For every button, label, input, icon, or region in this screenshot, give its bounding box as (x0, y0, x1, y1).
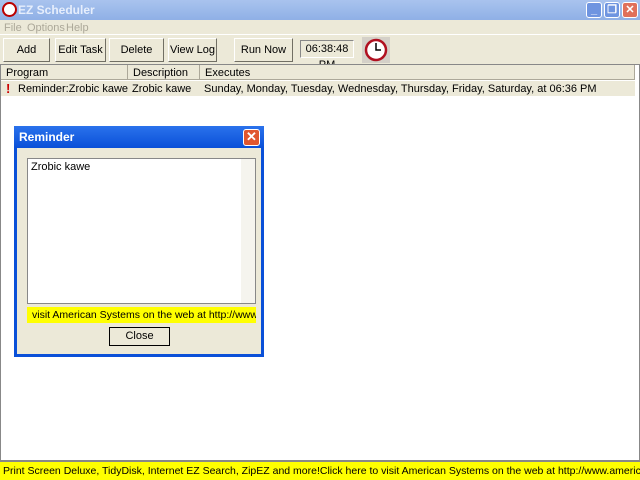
dialog-close-button[interactable]: Close (109, 327, 170, 346)
run-now-button[interactable]: Run Now (234, 38, 293, 62)
dialog-title: Reminder (19, 130, 75, 144)
column-program[interactable]: Program (1, 65, 128, 80)
clock-icon (362, 37, 390, 63)
reminder-message-box[interactable]: Zrobic kawe (27, 158, 256, 304)
close-button[interactable]: ✕ (622, 2, 638, 18)
dialog-title-bar: Reminder ✕ (14, 126, 264, 148)
dialog-close-icon[interactable]: ✕ (243, 129, 260, 146)
window-title: EZ Scheduler (18, 3, 95, 17)
minimize-button[interactable]: _ (586, 2, 602, 18)
promo-banner[interactable]: Print Screen Deluxe, TidyDisk, Internet … (0, 461, 640, 480)
vertical-scrollbar[interactable] (241, 159, 255, 303)
edit-task-button[interactable]: Edit Task (55, 38, 106, 62)
menu-file[interactable]: File (4, 22, 22, 34)
row-description: Zrobic kawe (132, 83, 192, 95)
delete-task-button[interactable]: Delete Task (109, 38, 164, 78)
restore-button[interactable]: ❐ (604, 2, 620, 18)
add-task-button[interactable]: Add Task (3, 38, 50, 78)
menu-bar: File Options Help (0, 20, 640, 35)
column-executes[interactable]: Executes (200, 65, 635, 80)
web-link-banner[interactable]: visit American Systems on the web at htt… (27, 307, 256, 323)
reminder-dialog: Reminder ✕ Zrobic kawe visit American Sy… (14, 126, 264, 357)
column-description[interactable]: Description (128, 65, 200, 80)
row-program: Reminder:Zrobic kawe (18, 83, 129, 95)
menu-options[interactable]: Options (27, 22, 65, 34)
reminder-message: Zrobic kawe (31, 161, 91, 173)
alert-icon: ! (6, 81, 11, 96)
view-log-button[interactable]: View Log (168, 38, 217, 62)
clock-app-icon (2, 2, 17, 17)
row-executes: Sunday, Monday, Tuesday, Wednesday, Thur… (204, 83, 597, 95)
time-display: 06:38:48 PM (300, 40, 354, 71)
menu-help[interactable]: Help (66, 22, 89, 34)
title-bar: EZ Scheduler _ ❐ ✕ (0, 0, 640, 20)
table-row[interactable]: ! Reminder:Zrobic kawe Zrobic kawe Sunda… (1, 81, 635, 96)
